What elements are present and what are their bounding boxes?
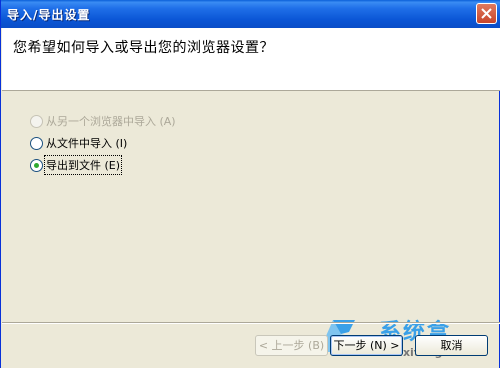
title-bar[interactable]: 导入/导出设置: [1, 0, 500, 28]
option-import-browser: 从另一个浏览器中导入 (A): [30, 112, 176, 130]
radio-selected-dot: [34, 162, 39, 168]
radio-import-browser: [30, 114, 43, 128]
radio-export-file[interactable]: [30, 158, 43, 172]
option-import-file[interactable]: 从文件中导入 (I): [30, 134, 176, 152]
dialog-window: 导入/导出设置 您希望如何导入或导出您的浏览器设置？ 从另一个浏览器中导入 (A…: [0, 0, 500, 368]
close-button[interactable]: [476, 3, 497, 24]
header-question: 您希望如何导入或导出您的浏览器设置？: [13, 40, 274, 56]
option-export-file[interactable]: 导出到文件 (E): [30, 155, 176, 175]
footer-separator: [2, 322, 500, 324]
next-button[interactable]: 下一步 (N) >: [330, 335, 403, 356]
close-icon: [481, 8, 492, 19]
option-label[interactable]: 从文件中导入 (I): [46, 135, 127, 151]
dialog-header: 您希望如何导入或导出您的浏览器设置？: [2, 28, 500, 91]
option-label[interactable]: 导出到文件 (E): [43, 155, 123, 175]
options-group: 从另一个浏览器中导入 (A) 从文件中导入 (I) 导出到文件 (E): [30, 112, 176, 178]
window-title: 导入/导出设置: [7, 8, 91, 22]
cancel-button[interactable]: 取消: [415, 335, 488, 356]
radio-import-file[interactable]: [30, 136, 43, 150]
option-label: 从另一个浏览器中导入 (A): [46, 115, 176, 128]
back-button[interactable]: < 上一步 (B): [255, 335, 328, 356]
